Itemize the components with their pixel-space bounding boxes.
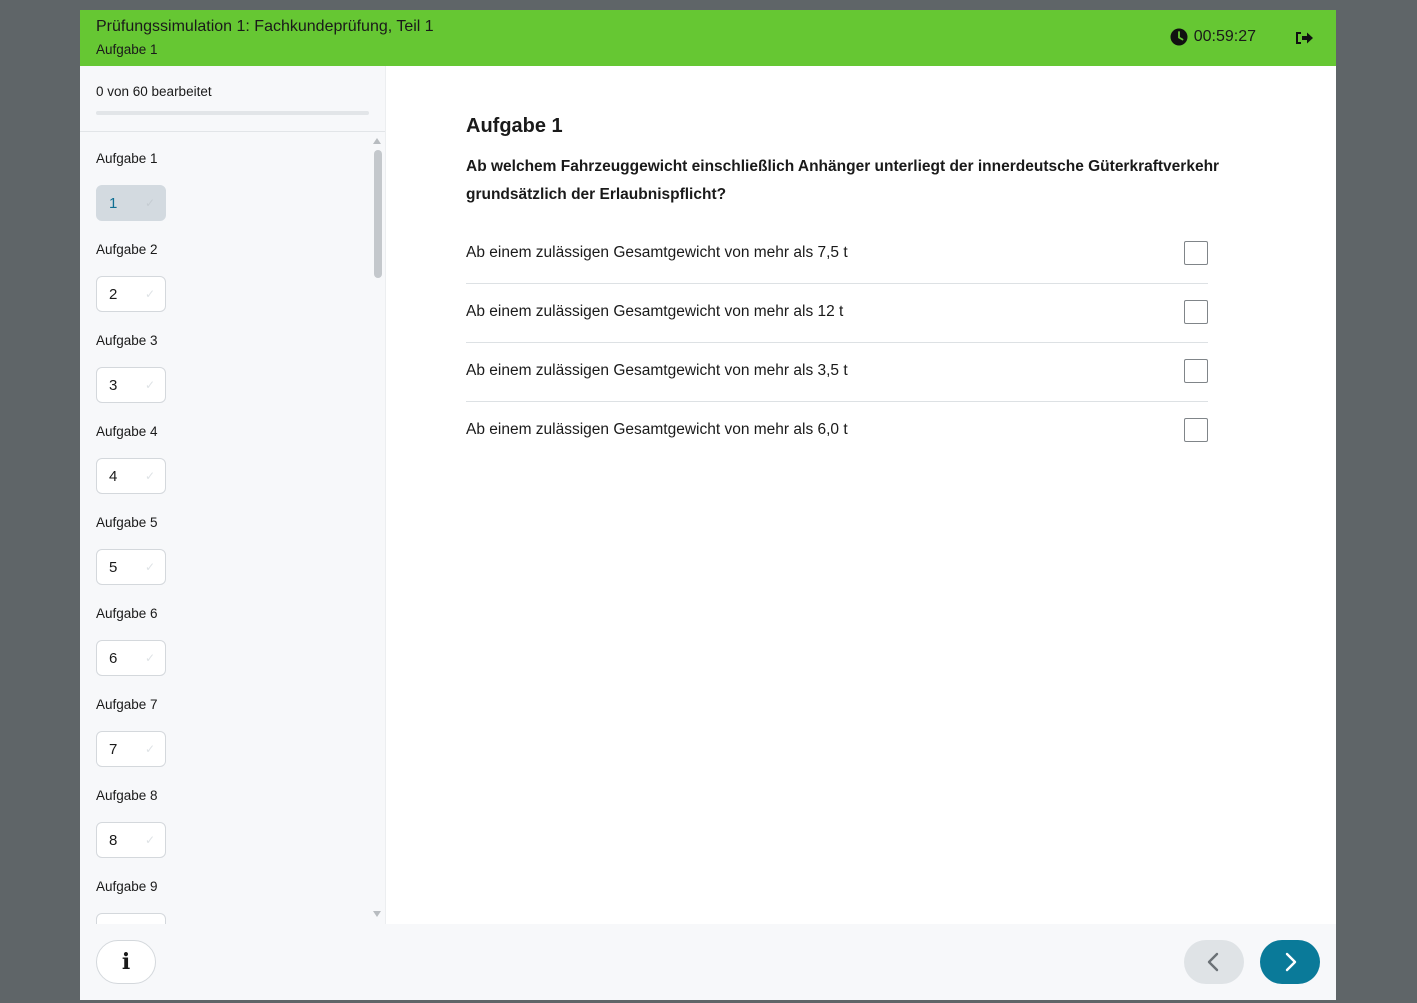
- answer-list: Ab einem zulässigen Gesamtgewicht von me…: [466, 225, 1208, 460]
- task-label: Aufgabe 7: [96, 697, 158, 712]
- task-label: Aufgabe 8: [96, 788, 158, 803]
- check-icon: ✓: [144, 651, 155, 665]
- scroll-down-arrow-icon[interactable]: [373, 911, 381, 917]
- task-button-7[interactable]: 7 ✓: [96, 731, 166, 767]
- check-icon: ✓: [144, 742, 155, 756]
- check-icon: ✓: [144, 196, 155, 210]
- scroll-up-arrow-icon[interactable]: [373, 138, 381, 144]
- task-group: Aufgabe 7 7 ✓: [80, 678, 385, 769]
- progress-bar: [96, 111, 369, 115]
- task-number: 7: [109, 741, 118, 758]
- task-button-3[interactable]: 3 ✓: [96, 367, 166, 403]
- task-button-9[interactable]: [96, 913, 166, 924]
- task-number: 6: [109, 650, 118, 667]
- previous-button[interactable]: [1184, 940, 1244, 984]
- check-icon: ✓: [144, 833, 155, 847]
- task-label: Aufgabe 3: [96, 333, 158, 348]
- timer-value: 00:59:27: [1193, 28, 1256, 45]
- task-number: 1: [109, 195, 118, 212]
- sign-out-icon: [1296, 32, 1313, 44]
- task-label: Aufgabe 6: [96, 606, 158, 621]
- task-group: Aufgabe 6 6 ✓: [80, 587, 385, 678]
- answer-text: Ab einem zulässigen Gesamtgewicht von me…: [466, 421, 848, 438]
- check-icon: ✓: [144, 469, 155, 483]
- task-button-6[interactable]: 6 ✓: [96, 640, 166, 676]
- question-text: Ab welchem Fahrzeuggewicht einschließlic…: [466, 158, 1220, 203]
- question-heading: Aufgabe 1: [466, 115, 563, 137]
- answer-text: Ab einem zulässigen Gesamtgewicht von me…: [466, 362, 848, 379]
- task-label: Aufgabe 5: [96, 515, 158, 530]
- task-button-8[interactable]: 8 ✓: [96, 822, 166, 858]
- answer-option[interactable]: Ab einem zulässigen Gesamtgewicht von me…: [466, 225, 1208, 284]
- task-number: 5: [109, 559, 118, 576]
- answer-text: Ab einem zulässigen Gesamtgewicht von me…: [466, 303, 844, 320]
- task-number: 4: [109, 468, 118, 485]
- current-task-subtitle: Aufgabe 1: [96, 42, 158, 57]
- check-icon: ✓: [144, 378, 155, 392]
- answer-checkbox[interactable]: [1184, 359, 1208, 383]
- task-label: Aufgabe 1: [96, 151, 158, 166]
- check-icon: ✓: [144, 560, 155, 574]
- next-button[interactable]: [1260, 940, 1320, 984]
- task-button-5[interactable]: 5 ✓: [96, 549, 166, 585]
- task-group: Aufgabe 5 5 ✓: [80, 496, 385, 587]
- task-number: 2: [109, 286, 118, 303]
- check-icon: ✓: [144, 287, 155, 301]
- chevron-right-icon: [1285, 952, 1297, 972]
- task-group: Aufgabe 9: [80, 860, 385, 924]
- exit-button[interactable]: [1292, 26, 1316, 50]
- answer-checkbox[interactable]: [1184, 300, 1208, 324]
- task-button-4[interactable]: 4 ✓: [96, 458, 166, 494]
- task-label: Aufgabe 9: [96, 879, 158, 894]
- task-number: 8: [109, 832, 118, 849]
- task-group: Aufgabe 2 2 ✓: [80, 223, 385, 314]
- answer-option[interactable]: Ab einem zulässigen Gesamtgewicht von me…: [466, 402, 1208, 460]
- question-panel: Aufgabe 1 Ab welchem Fahrzeuggewicht ein…: [386, 66, 1336, 924]
- chevron-left-icon: [1207, 952, 1219, 972]
- task-label: Aufgabe 2: [96, 242, 158, 257]
- task-sidebar: 0 von 60 bearbeitet Aufgabe 1 1 ✓ Aufgab…: [80, 66, 386, 924]
- task-group: Aufgabe 8 8 ✓: [80, 769, 385, 860]
- task-button-2[interactable]: 2 ✓: [96, 276, 166, 312]
- answer-checkbox[interactable]: [1184, 241, 1208, 265]
- info-button[interactable]: i: [96, 940, 156, 984]
- answer-checkbox[interactable]: [1184, 418, 1208, 442]
- scrollbar-thumb[interactable]: [374, 150, 382, 278]
- header-bar: Prüfungssimulation 1: Fachkundeprüfung, …: [80, 10, 1336, 66]
- footer-bar: i: [80, 924, 1336, 1000]
- progress-text: 0 von 60 bearbeitet: [96, 84, 212, 99]
- answer-option[interactable]: Ab einem zulässigen Gesamtgewicht von me…: [466, 284, 1208, 343]
- answer-option[interactable]: Ab einem zulässigen Gesamtgewicht von me…: [466, 343, 1208, 402]
- task-number: 3: [109, 377, 118, 394]
- timer: 00:59:27: [1170, 28, 1256, 46]
- clock-icon: [1170, 28, 1188, 46]
- task-button-1[interactable]: 1 ✓: [96, 185, 166, 221]
- task-group: Aufgabe 1 1 ✓: [80, 132, 385, 223]
- task-label: Aufgabe 4: [96, 424, 158, 439]
- task-group: Aufgabe 4 4 ✓: [80, 405, 385, 496]
- task-group: Aufgabe 3 3 ✓: [80, 314, 385, 405]
- answer-text: Ab einem zulässigen Gesamtgewicht von me…: [466, 244, 848, 261]
- exam-window: Prüfungssimulation 1: Fachkundeprüfung, …: [80, 10, 1336, 1000]
- task-list: Aufgabe 1 1 ✓ Aufgabe 2 2 ✓ Aufgabe 3 3 …: [80, 132, 385, 924]
- exam-title: Prüfungssimulation 1: Fachkundeprüfung, …: [96, 18, 434, 35]
